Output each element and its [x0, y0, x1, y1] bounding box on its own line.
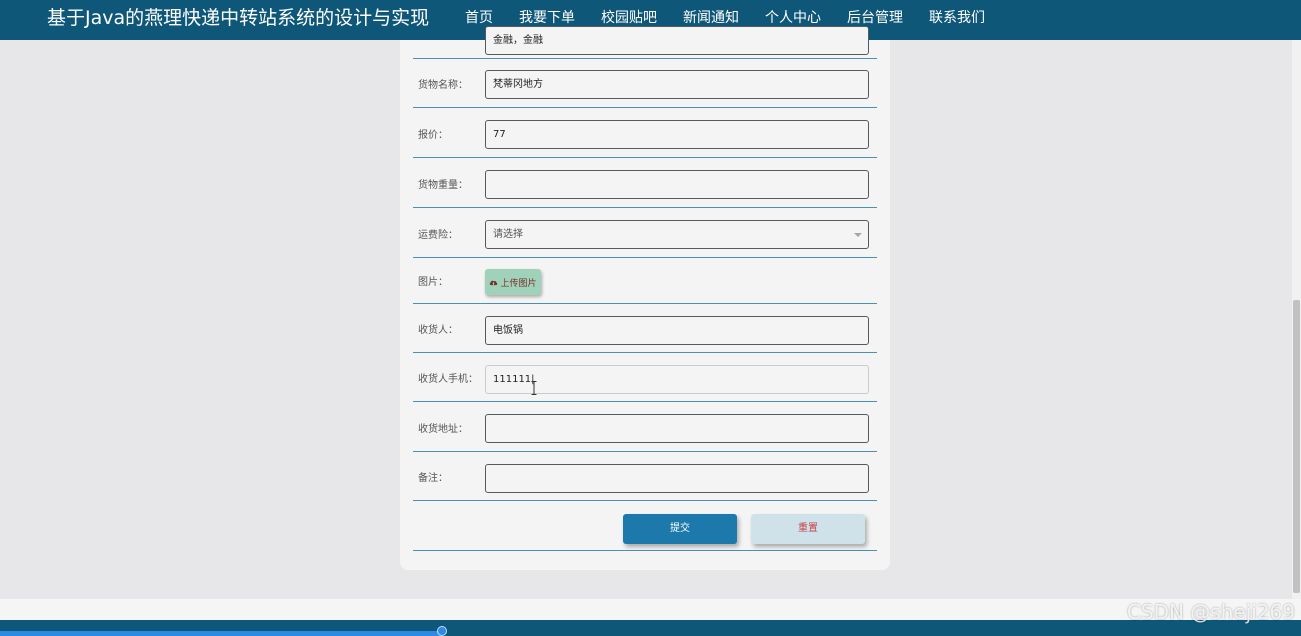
image-label: 图片： [418, 277, 448, 288]
form-row-address: 收货地址： [413, 402, 877, 452]
form-row-remarks: 备注： [413, 452, 877, 501]
receiver-phone-input[interactable]: 111111| [485, 365, 869, 394]
form-row-image: 图片： 上传图片 [413, 258, 877, 304]
receiver-input[interactable]: 电饭锅 [485, 316, 869, 345]
insurance-label: 运费险： [418, 230, 458, 241]
insurance-select[interactable]: 请选择 [485, 220, 869, 249]
upload-image-label: 上传图片 [500, 278, 537, 289]
form-row-partial: 金融，金融 [413, 26, 877, 59]
watermark: CSDN @sheji269 [1126, 600, 1295, 624]
order-form-card: 金融，金融 货物名称： 梵蒂冈地方 报价： 77 货物重量： 运费险： 请选择 … [400, 26, 890, 570]
progress-handle[interactable] [437, 626, 447, 636]
form-row-goods-name: 货物名称： 梵蒂冈地方 [413, 58, 877, 108]
form-row-insurance: 运费险： 请选择 [413, 208, 877, 258]
page-bottom-area [0, 599, 1301, 620]
video-progress-bar[interactable] [0, 631, 443, 636]
remarks-label: 备注： [418, 473, 448, 484]
form-row-weight: 货物重量： [413, 158, 877, 208]
insurance-select-value: 请选择 [493, 229, 523, 240]
scrollbar-thumb[interactable] [1293, 300, 1300, 593]
reset-button[interactable]: 重置 [751, 514, 865, 544]
chevron-down-icon [854, 233, 862, 237]
site-title: 基于Java的燕理快递中转站系统的设计与实现 [47, 7, 430, 29]
receiver-label: 收货人： [418, 325, 458, 336]
form-row-receiver-phone: 收货人手机： 111111| [413, 353, 877, 402]
nav-item-contact[interactable]: 联系我们 [916, 0, 998, 40]
text-cursor-icon [531, 381, 537, 395]
form-row-receiver: 收货人： 电饭锅 [413, 304, 877, 353]
goods-name-input[interactable]: 梵蒂冈地方 [485, 70, 869, 99]
cloud-upload-icon [490, 280, 498, 286]
weight-label: 货物重量： [418, 180, 468, 191]
remarks-input[interactable] [485, 464, 869, 493]
price-input[interactable]: 77 [485, 120, 869, 149]
goods-name-label: 货物名称： [418, 80, 468, 91]
form-row-price: 报价： 77 [413, 108, 877, 158]
partial-input[interactable]: 金融，金融 [485, 26, 869, 55]
submit-button[interactable]: 提交 [623, 514, 737, 544]
address-input[interactable] [485, 414, 869, 443]
weight-input[interactable] [485, 170, 869, 199]
price-label: 报价： [418, 130, 448, 141]
upload-image-button[interactable]: 上传图片 [485, 269, 541, 295]
receiver-phone-label: 收货人手机： [418, 374, 478, 385]
address-label: 收货地址： [418, 424, 468, 435]
